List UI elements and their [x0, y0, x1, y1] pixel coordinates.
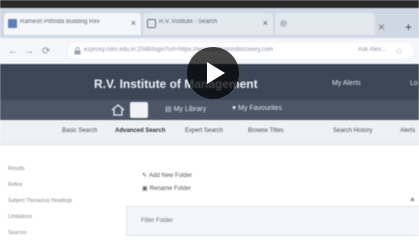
page-favicon-icon: [147, 19, 156, 28]
menu-search-history[interactable]: Search History: [333, 128, 372, 134]
header-link-alerts[interactable]: My Alerts: [332, 80, 361, 87]
books-icon: ▤: [165, 106, 174, 113]
browser-tab-2[interactable]: R.V. Institute - Search ×: [143, 13, 273, 35]
pencil-icon: ✎: [142, 173, 148, 179]
my-favourites-link[interactable]: ♥ My Favourites: [232, 105, 282, 112]
play-icon: [207, 62, 225, 84]
menu-expert-search[interactable]: Expert Search: [185, 128, 223, 134]
lock-icon: [74, 47, 81, 55]
url-right-text: Ask Alex...: [358, 47, 387, 53]
top-strip: [0, 0, 419, 8]
page-favicon-icon: [8, 19, 17, 28]
new-tab-icon[interactable]: ×: [378, 20, 385, 34]
back-icon[interactable]: ←: [8, 46, 18, 57]
menu-bar: Basic Search Advanced Search Expert Sear…: [0, 120, 419, 145]
star-icon[interactable]: ☆: [395, 46, 403, 57]
close-tab-icon[interactable]: ×: [131, 17, 136, 29]
page-favicon-icon: [280, 20, 287, 27]
menu-basic-search[interactable]: Basic Search: [62, 128, 97, 134]
my-library-link[interactable]: ▤ My Library: [165, 105, 206, 113]
sub-nav: ▤ My Library ♥ My Favourites: [0, 100, 419, 120]
url-text: ezproxy.rvim.edu.in:2048/login?url=https…: [84, 47, 274, 53]
screen: Ramesh Pithrida Building Rev × R.V. Inst…: [0, 0, 419, 240]
sidebar-item-sources[interactable]: Sources: [8, 230, 26, 236]
rename-folder-label: Rename Folder: [149, 186, 192, 192]
tab-title: Ramesh Pithrida Building Rev: [20, 19, 100, 25]
header-link-logout[interactable]: Lo: [410, 80, 418, 87]
chevron-up-icon[interactable]: ▲: [409, 196, 416, 203]
active-tab-indicator[interactable]: [130, 102, 148, 118]
menu-alerts[interactable]: Alerts: [400, 128, 415, 134]
filter-folder-input[interactable]: Filter Folder: [141, 218, 173, 224]
reload-icon[interactable]: ⟳: [42, 46, 50, 57]
sidebar-item-limitations[interactable]: Limitations: [8, 214, 32, 220]
rename-folder-link[interactable]: ▣ Rename Folder: [142, 185, 191, 192]
tab-bar: Ramesh Pithrida Building Rev × R.V. Inst…: [0, 8, 419, 38]
filter-folder-box[interactable]: Filter Folder: [126, 206, 419, 236]
menu-browse-titles[interactable]: Browse Titles: [248, 128, 284, 134]
menu-advanced-search[interactable]: Advanced Search: [115, 128, 165, 134]
tab-title: R.V. Institute - Search: [159, 19, 218, 25]
my-library-label: My Library: [173, 106, 207, 113]
url-field[interactable]: ezproxy.rvim.edu.in:2048/login?url=https…: [68, 43, 413, 59]
home-icon[interactable]: [111, 104, 125, 116]
my-favourites-label: My Favourites: [238, 105, 283, 112]
close-tab-icon[interactable]: ×: [263, 17, 268, 29]
sidebar-item-subjects[interactable]: Subject Thesaurus Headings: [8, 198, 72, 204]
folder-icon: ▣: [142, 186, 148, 192]
forward-icon[interactable]: →: [24, 46, 34, 57]
browser-tab-1[interactable]: Ramesh Pithrida Building Rev ×: [4, 13, 141, 35]
browser-tab-3[interactable]: [275, 13, 375, 35]
add-folder-link[interactable]: ✎ Add New Folder: [142, 172, 192, 179]
sidebar-item-refine[interactable]: Refine: [8, 182, 22, 188]
add-folder-label: Add New Folder: [149, 173, 193, 179]
play-button[interactable]: [187, 47, 239, 99]
plus-icon[interactable]: +: [405, 20, 412, 34]
sidebar-item-results[interactable]: Results: [8, 166, 25, 172]
